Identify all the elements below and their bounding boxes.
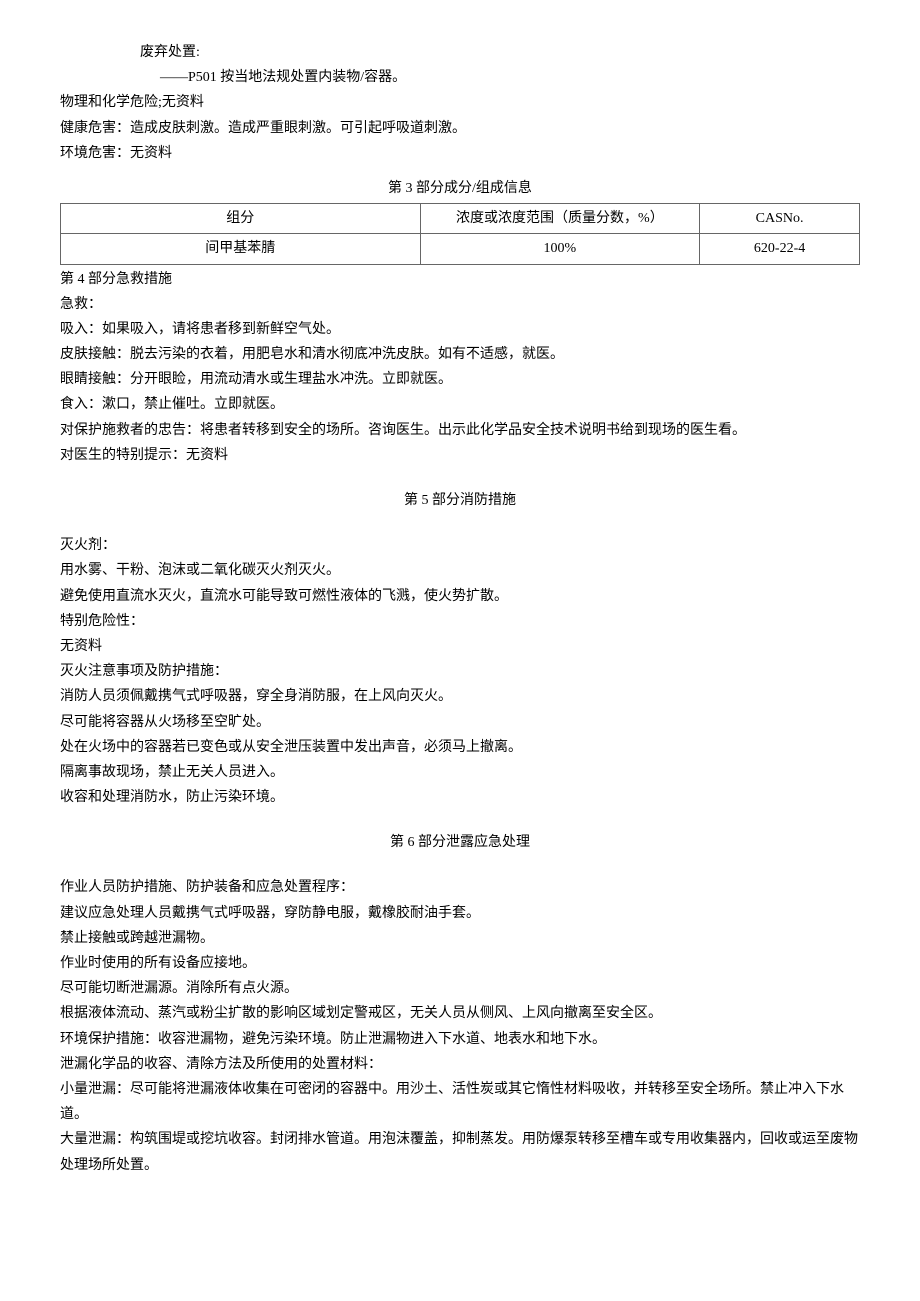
- notes-label: 灭火注意事项及防护措施：: [60, 659, 860, 684]
- skin-text: 皮肤接触：脱去污染的衣着，用肥皂水和清水彻底冲洗皮肤。如有不适感，就医。: [60, 342, 860, 367]
- personnel-label: 作业人员防护措施、防护装备和应急处置程序：: [60, 875, 860, 900]
- physical-hazard: 物理和化学危险;无资料: [60, 90, 860, 115]
- special-label: 特别危险性：: [60, 609, 860, 634]
- section3-title: 第 3 部分成分/组成信息: [60, 176, 860, 201]
- small-leak: 小量泄漏：尽可能将泄漏液体收集在可密闭的容器中。用沙土、活性炭或其它惰性材料吸收…: [60, 1077, 860, 1127]
- rescuer-text: 对保护施救者的忠告：将患者转移到安全的场所。咨询医生。出示此化学品安全技术说明书…: [60, 418, 860, 443]
- ingestion-text: 食入：漱口，禁止催吐。立即就医。: [60, 392, 860, 417]
- firstaid-label: 急救：: [60, 292, 860, 317]
- cell-cas: 620-22-4: [700, 234, 860, 264]
- s5-note1: 消防人员须佩戴携气式呼吸器，穿全身消防服，在上风向灭火。: [60, 684, 860, 709]
- special-value: 无资料: [60, 634, 860, 659]
- table-row: 间甲基苯腈 100% 620-22-4: [61, 234, 860, 264]
- large-leak: 大量泄漏：构筑围堤或挖坑收容。封闭排水管道。用泡沫覆盖，抑制蒸发。用防爆泵转移至…: [60, 1127, 860, 1177]
- cell-component: 间甲基苯腈: [61, 234, 421, 264]
- s5-note3: 处在火场中的容器若已变色或从安全泄压装置中发出声音，必须马上撤离。: [60, 735, 860, 760]
- section4-title: 第 4 部分急救措施: [60, 267, 860, 292]
- s6-line1: 建议应急处理人员戴携气式呼吸器，穿防静电服，戴橡胶耐油手套。: [60, 901, 860, 926]
- header-concentration: 浓度或浓度范围（质量分数，%）: [420, 204, 700, 234]
- environment-hazard: 环境危害：无资料: [60, 141, 860, 166]
- s5-note2: 尽可能将容器从火场移至空旷处。: [60, 710, 860, 735]
- section5-title: 第 5 部分消防措施: [60, 488, 860, 513]
- composition-table: 组分 浓度或浓度范围（质量分数，%） CASNo. 间甲基苯腈 100% 620…: [60, 203, 860, 264]
- s6-line4: 尽可能切断泄漏源。消除所有点火源。: [60, 976, 860, 1001]
- health-hazard: 健康危害：造成皮肤刺激。造成严重眼刺激。可引起呼吸道刺激。: [60, 116, 860, 141]
- s5-line1: 用水雾、干粉、泡沫或二氧化碳灭火剂灭火。: [60, 558, 860, 583]
- cell-concentration: 100%: [420, 234, 700, 264]
- header-cas: CASNo.: [700, 204, 860, 234]
- s6-line5: 根据液体流动、蒸汽或粉尘扩散的影响区域划定警戒区，无关人员从侧风、上风向撤离至安…: [60, 1001, 860, 1026]
- table-header-row: 组分 浓度或浓度范围（质量分数，%） CASNo.: [61, 204, 860, 234]
- s5-line2: 避免使用直流水灭火，直流水可能导致可燃性液体的飞溅，使火势扩散。: [60, 584, 860, 609]
- s5-note5: 收容和处理消防水，防止污染环境。: [60, 785, 860, 810]
- extinguisher-label: 灭火剂：: [60, 533, 860, 558]
- header-component: 组分: [61, 204, 421, 234]
- disposal-label: 废弃处置:: [140, 40, 860, 65]
- s6-line2: 禁止接触或跨越泄漏物。: [60, 926, 860, 951]
- doctor-text: 对医生的特别提示：无资料: [60, 443, 860, 468]
- section6-title: 第 6 部分泄露应急处理: [60, 830, 860, 855]
- s6-line3: 作业时使用的所有设备应接地。: [60, 951, 860, 976]
- s5-note4: 隔离事故现场，禁止无关人员进入。: [60, 760, 860, 785]
- env-text: 环境保护措施：收容泄漏物，避免污染环境。防止泄漏物进入下水道、地表水和地下水。: [60, 1027, 860, 1052]
- eye-text: 眼睛接触：分开眼睑，用流动清水或生理盐水冲洗。立即就医。: [60, 367, 860, 392]
- cleanup-label: 泄漏化学品的收容、清除方法及所使用的处置材料：: [60, 1052, 860, 1077]
- p501-text: ——P501 按当地法规处置内装物/容器。: [160, 65, 860, 90]
- inhalation-text: 吸入：如果吸入，请将患者移到新鲜空气处。: [60, 317, 860, 342]
